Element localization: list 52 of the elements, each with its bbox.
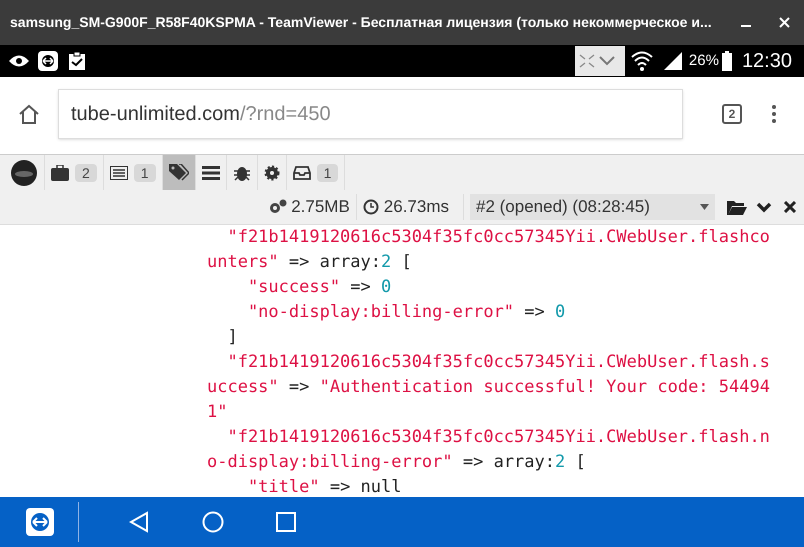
gear-icon <box>264 164 280 180</box>
battery-level: 26% <box>688 50 719 71</box>
code-line: "f21b1419120616c5304f35fc0cc57345Yii.CWebUser.flash.s <box>226 351 771 374</box>
code-line: "f21b1419120616c5304f35fc0cc57345Yii.CWebUser.flashco <box>226 226 771 249</box>
close-icon[interactable] <box>784 201 796 213</box>
code-line: "f21b1419120616c5304f35fc0cc57345Yii.CWebUser.flash.n <box>226 426 771 449</box>
back-icon[interactable] <box>129 511 149 533</box>
overlay-controls[interactable] <box>574 46 625 76</box>
toolbar-tab[interactable] <box>162 155 196 190</box>
more-icon[interactable] <box>772 104 776 122</box>
toolbar-tab[interactable]: 2 <box>45 155 104 190</box>
bars-icon <box>202 166 220 180</box>
caret-icon <box>700 204 709 210</box>
code-line: o-display:billing-error" => array:2 [ <box>207 451 587 474</box>
chevron-down-icon[interactable] <box>756 202 772 212</box>
expand-icon <box>578 54 595 68</box>
code-line: "success" => 0 <box>246 276 392 299</box>
briefcase-icon <box>51 164 69 180</box>
window-title: samsung_SM-G900F_R58F40KSPMA - TeamViewer - Бесплатная лицензия (только некоммерческое и... <box>10 13 712 32</box>
list-icon <box>110 166 128 180</box>
eye-icon <box>8 54 30 68</box>
wifi-icon <box>630 51 653 71</box>
signal-icon <box>662 51 683 71</box>
count-badge: 2 <box>75 164 97 182</box>
minimize-icon[interactable] <box>741 24 751 26</box>
battery-icon <box>722 51 732 71</box>
tags-icon <box>168 164 189 182</box>
clock-icon <box>362 199 379 215</box>
memory-usage: 2.75MB <box>291 194 357 220</box>
code-line: "title" => null <box>246 476 402 497</box>
code-line: uccess" => "Authentication successful! Your code: 54494 <box>207 376 771 399</box>
toolbar-tab[interactable]: 1 <box>104 155 163 190</box>
recents-icon[interactable] <box>276 512 296 532</box>
inbox-icon <box>292 166 311 180</box>
url-field[interactable]: tube-unlimited.com/?rnd=450 <box>58 88 683 138</box>
folder-icon[interactable] <box>727 200 747 214</box>
code-line: 1" <box>207 401 228 424</box>
tab-count-button[interactable]: 2 <box>722 104 742 124</box>
request-select[interactable]: #2 (opened) (08:28:45) <box>470 194 715 220</box>
chevron-icon <box>598 56 615 66</box>
clipboard-check-icon <box>68 51 86 71</box>
toolbar-tab[interactable]: 1 <box>286 155 346 190</box>
clock: 12:30 <box>742 49 792 74</box>
count-badge: 1 <box>316 164 338 182</box>
home-icon[interactable] <box>18 104 40 124</box>
code-line: ] <box>226 326 239 349</box>
code-line: unters" => array:2 [ <box>207 251 413 274</box>
count-badge: 1 <box>134 164 156 182</box>
request-time: 26.73ms <box>384 194 464 220</box>
code-line: "no-display:billing-error" => 0 <box>246 301 566 324</box>
arrows-icon[interactable] <box>26 508 54 536</box>
arrows-icon <box>38 51 58 71</box>
